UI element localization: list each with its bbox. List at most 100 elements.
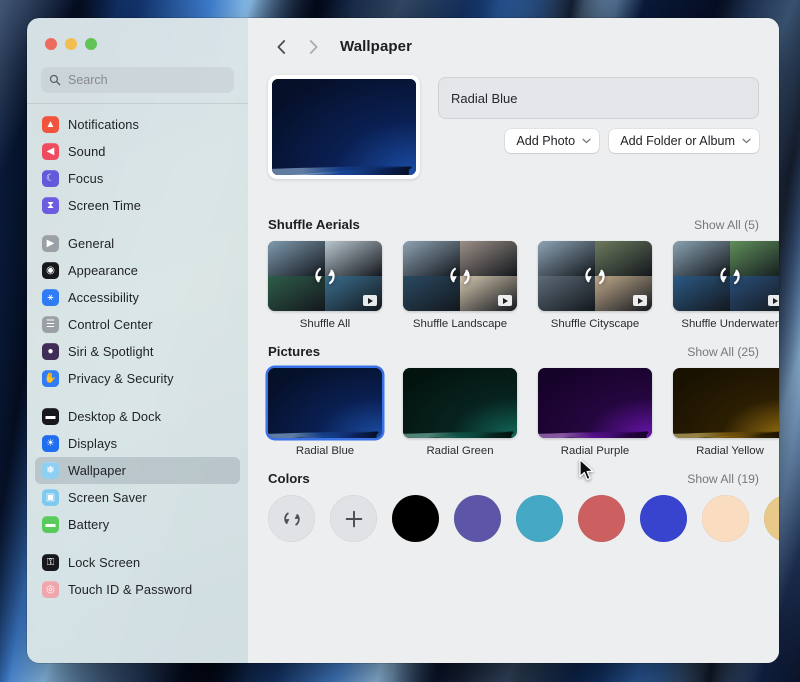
- sidebar-item-label: Displays: [68, 436, 118, 451]
- plus-icon: [345, 510, 362, 527]
- wallpaper-tile[interactable]: Radial Purple: [538, 368, 652, 457]
- lock-icon: ⚿: [42, 554, 59, 571]
- search-input[interactable]: Search: [41, 67, 234, 93]
- wallpaper-tile[interactable]: Radial Green: [403, 368, 517, 457]
- sidebar-item-label: Accessibility: [68, 290, 139, 305]
- minimize-button[interactable]: [65, 38, 77, 50]
- wallpaper-tile-label: Shuffle Landscape: [412, 318, 508, 330]
- wallpaper-tile-image: [268, 368, 382, 438]
- desktop-dock-icon: ▬: [42, 408, 59, 425]
- sidebar-item-screen-saver[interactable]: ▣ Screen Saver: [35, 484, 240, 511]
- wallpaper-tile[interactable]: Radial Blue: [268, 368, 382, 457]
- sidebar-item-displays[interactable]: ☀ Displays: [35, 430, 240, 457]
- sidebar-list: ▲ Notifications ◀ Sound ☾ Focus ⧗ Screen Time ▶ G…: [27, 104, 248, 603]
- sidebar-item-siri-spotlight[interactable]: ● Siri & Spotlight: [35, 338, 240, 365]
- section-title: Pictures: [268, 344, 321, 359]
- sidebar-group-2: ▬ Desktop & Dock ☀ Displays ❅ Wallpaper ▣ Scree…: [35, 403, 240, 538]
- shuffle-icon: [310, 261, 340, 291]
- play-icon: [363, 295, 377, 306]
- wallpaper-tile-label: Radial Green: [426, 445, 494, 457]
- sidebar-item-sound[interactable]: ◀ Sound: [35, 138, 240, 165]
- content-pane: Wallpaper Radial Blue Add Photo Add Fold…: [248, 18, 779, 663]
- wallpaper-tile[interactable]: Shuffle Landscape: [403, 241, 517, 330]
- sidebar-item-notifications[interactable]: ▲ Notifications: [35, 111, 240, 138]
- color-blue[interactable]: [640, 495, 687, 542]
- radial-pattern: [538, 368, 652, 438]
- section-title: Shuffle Aerials: [268, 217, 360, 232]
- section-shuffle-aerials: Shuffle Aerials Show All (5) Shuffle All Sh…: [268, 217, 779, 330]
- wallpaper-tile-label: Shuffle Underwater: [681, 318, 779, 330]
- section-colors: Colors Show All (19): [268, 471, 779, 542]
- add-photo-label: Add Photo: [516, 134, 576, 148]
- shuffle-colors-button[interactable]: [268, 495, 315, 542]
- wallpaper-tile-image: [403, 241, 517, 311]
- color-black[interactable]: [392, 495, 439, 542]
- sidebar-item-control-center[interactable]: ☰ Control Center: [35, 311, 240, 338]
- wallpaper-tile-label: Radial Purple: [560, 445, 630, 457]
- shuffle-icon: [580, 261, 610, 291]
- wallpaper-tile[interactable]: Radial Yellow: [673, 368, 779, 457]
- color-indigo[interactable]: [454, 495, 501, 542]
- wallpaper-tile-image: [538, 368, 652, 438]
- add-folder-or-album-button[interactable]: Add Folder or Album: [609, 129, 759, 153]
- sidebar-item-screen-time[interactable]: ⧗ Screen Time: [35, 192, 240, 219]
- wallpaper-tile-label: Radial Yellow: [696, 445, 764, 457]
- sidebar-item-accessibility[interactable]: ⚹ Accessibility: [35, 284, 240, 311]
- wallpaper-name-field[interactable]: Radial Blue: [438, 77, 759, 119]
- add-photo-button[interactable]: Add Photo: [505, 129, 600, 153]
- sidebar-item-label: Wallpaper: [68, 463, 127, 478]
- sidebar-item-touch-id-password[interactable]: ◎ Touch ID & Password: [35, 576, 240, 603]
- sidebar-item-label: Notifications: [68, 117, 140, 132]
- sidebar-item-wallpaper[interactable]: ❅ Wallpaper: [35, 457, 240, 484]
- accessibility-icon: ⚹: [42, 289, 59, 306]
- show-all-link[interactable]: Show All (5): [694, 218, 759, 232]
- wallpaper-tile[interactable]: Shuffle Cityscape: [538, 241, 652, 330]
- toolbar: Wallpaper: [248, 18, 779, 75]
- back-button[interactable]: [268, 34, 294, 60]
- shuffle-icon: [283, 512, 300, 525]
- sidebar-item-label: Lock Screen: [68, 555, 141, 570]
- sidebar-item-general[interactable]: ▶ General: [35, 230, 240, 257]
- sidebar-item-battery[interactable]: ▬ Battery: [35, 511, 240, 538]
- speaker-icon: ◀: [42, 143, 59, 160]
- sidebar-item-privacy-security[interactable]: ✋ Privacy & Security: [35, 365, 240, 392]
- show-all-link[interactable]: Show All (25): [687, 345, 759, 359]
- sidebar-item-label: Control Center: [68, 317, 153, 332]
- sidebar-item-focus[interactable]: ☾ Focus: [35, 165, 240, 192]
- wallpaper-tile[interactable]: Shuffle All: [268, 241, 382, 330]
- wallpaper-icon: ❅: [42, 462, 59, 479]
- appearance-icon: ◉: [42, 262, 59, 279]
- color-teal[interactable]: [516, 495, 563, 542]
- sidebar-item-label: Privacy & Security: [68, 371, 174, 386]
- add-color-button[interactable]: [330, 495, 377, 542]
- siri-icon: ●: [42, 343, 59, 360]
- sidebar-group-0: ▲ Notifications ◀ Sound ☾ Focus ⧗ Screen Time: [35, 111, 240, 219]
- wallpaper-tile-image: [673, 241, 779, 311]
- tile-row: Radial Blue Radial Green Radial Purple Radi…: [268, 368, 779, 457]
- play-icon: [498, 295, 512, 306]
- color-peach[interactable]: [702, 495, 749, 542]
- sidebar-item-lock-screen[interactable]: ⚿ Lock Screen: [35, 549, 240, 576]
- tile-row: Shuffle All Shuffle Landscape Shuffle City…: [268, 241, 779, 330]
- show-all-link[interactable]: Show All (19): [687, 472, 759, 486]
- sidebar-item-appearance[interactable]: ◉ Appearance: [35, 257, 240, 284]
- sidebar-item-desktop-dock[interactable]: ▬ Desktop & Dock: [35, 403, 240, 430]
- color-red[interactable]: [578, 495, 625, 542]
- shuffle-icon: [715, 261, 745, 291]
- play-icon: [633, 295, 647, 306]
- sidebar-group-1: ▶ General ◉ Appearance ⚹ Accessibility ☰ Contro…: [35, 230, 240, 392]
- wallpaper-scroll-area[interactable]: Middle EastCaribbeanNile DeltaCaribbean …: [248, 191, 779, 663]
- wallpaper-tile-label: Radial Blue: [295, 445, 355, 457]
- moon-icon: ☾: [42, 170, 59, 187]
- section-title: Colors: [268, 471, 310, 486]
- section-header: Shuffle Aerials Show All (5): [268, 217, 779, 232]
- wallpaper-preview[interactable]: [268, 75, 420, 179]
- close-button[interactable]: [45, 38, 57, 50]
- wallpaper-tile[interactable]: Shuffle Underwater: [673, 241, 779, 330]
- wallpaper-tile-image: [538, 241, 652, 311]
- zoom-button[interactable]: [85, 38, 97, 50]
- color-gold[interactable]: [764, 495, 779, 542]
- wallpaper-tile-image: [403, 368, 517, 438]
- control-center-icon: ☰: [42, 316, 59, 333]
- forward-button[interactable]: [300, 34, 326, 60]
